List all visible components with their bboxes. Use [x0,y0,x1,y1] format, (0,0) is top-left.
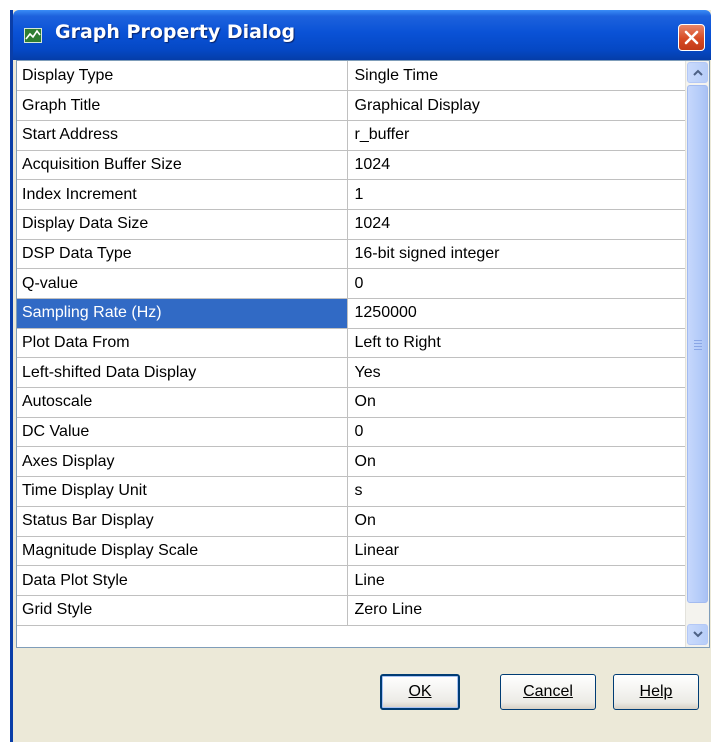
scroll-down-arrow-icon [693,631,703,638]
close-icon [684,30,699,45]
property-row[interactable]: Display Type Single Time [17,61,686,92]
property-value[interactable]: Left to Right [347,328,686,359]
property-value[interactable]: 1 [347,179,686,210]
property-name[interactable]: DSP Data Type [17,239,348,270]
property-row[interactable]: Left-shifted Data Display Yes [17,357,686,389]
thumb-grip-line [694,349,702,350]
property-value[interactable]: On [347,506,686,537]
property-name[interactable]: Axes Display [17,446,348,478]
property-name[interactable]: Graph Title [17,90,348,121]
property-value[interactable]: Line [347,565,686,596]
property-value[interactable]: 1250000 [347,298,686,329]
property-row[interactable]: Acquisition Buffer Size 1024 [17,150,686,181]
property-name[interactable]: Display Type [17,61,348,92]
property-table: Display Type Single Time Graph Title Graphi… [17,61,686,626]
property-name[interactable]: Acquisition Buffer Size [17,150,348,181]
property-row[interactable]: DC Value 0 [17,417,686,448]
property-row[interactable]: Sampling Rate (Hz) 1250000 [17,298,686,329]
property-row[interactable]: Magnitude Display Scale Linear [17,536,686,567]
property-row[interactable]: Q-value 0 [17,268,686,299]
help-button[interactable]: Help [613,674,699,710]
scroll-down-button[interactable] [687,624,708,645]
property-row[interactable]: Status Bar Display On [17,506,686,537]
property-value[interactable]: Yes [347,357,686,389]
thumb-grip-line [694,343,702,344]
property-row[interactable]: Index Increment 1 [17,179,686,210]
property-row[interactable]: Grid Style Zero Line [17,595,686,626]
property-row[interactable]: Plot Data From Left to Right [17,328,686,359]
property-value[interactable]: On [347,387,686,418]
property-value[interactable]: 1024 [347,150,686,181]
property-row[interactable]: Data Plot Style Line [17,565,686,596]
property-value[interactable]: 1024 [347,209,686,240]
cancel-button[interactable]: Cancel [500,674,596,710]
property-name[interactable]: Magnitude Display Scale [17,536,348,567]
scroll-up-arrow-icon [693,69,703,76]
property-row[interactable]: Display Data Size 1024 [17,209,686,240]
property-name[interactable]: Q-value [17,268,348,299]
property-name[interactable]: Autoscale [17,387,348,418]
graph-window-icon [24,28,42,43]
property-name[interactable]: Grid Style [17,595,348,626]
property-value[interactable]: Linear [347,536,686,567]
close-button[interactable] [678,24,705,51]
property-value[interactable]: 16-bit signed integer [347,239,686,270]
property-row[interactable]: Autoscale On [17,387,686,418]
property-grid: Display Type Single Time Graph Title Graphi… [16,60,710,648]
ok-button[interactable]: OK [380,674,460,710]
property-name[interactable]: Start Address [17,120,348,151]
window-title: Graph Property Dialog [55,21,296,43]
property-value[interactable]: Zero Line [347,595,686,626]
thumb-grip-line [694,340,702,341]
property-row[interactable]: DSP Data Type 16-bit signed integer [17,239,686,270]
property-row[interactable]: Axes Display On [17,446,686,478]
property-value[interactable]: Single Time [347,61,686,92]
property-value[interactable]: r_buffer [347,120,686,151]
property-name[interactable]: Display Data Size [17,209,348,240]
property-row[interactable]: Time Display Unit s [17,476,686,507]
property-name[interactable]: Left-shifted Data Display [17,357,348,389]
property-name[interactable]: Data Plot Style [17,565,348,596]
property-name[interactable]: Plot Data From [17,328,348,359]
vertical-scrollbar[interactable] [685,61,709,647]
property-name[interactable]: Sampling Rate (Hz) [17,298,348,329]
property-name[interactable]: Status Bar Display [17,506,348,537]
scroll-up-button[interactable] [687,62,708,83]
property-row[interactable]: Start Address r_buffer [17,120,686,151]
title-bar[interactable]: Graph Property Dialog [13,10,711,60]
property-name[interactable]: Index Increment [17,179,348,210]
thumb-grip-line [694,346,702,347]
property-row[interactable]: Graph Title Graphical Display [17,90,686,121]
property-value[interactable]: Graphical Display [347,90,686,121]
property-value[interactable]: s [347,476,686,507]
property-value[interactable]: On [347,446,686,478]
property-value[interactable]: 0 [347,268,686,299]
scroll-thumb[interactable] [687,85,708,603]
graph-property-dialog: Graph Property Dialog Display Type Single… [10,10,711,742]
property-value[interactable]: 0 [347,417,686,448]
property-name[interactable]: Time Display Unit [17,476,348,507]
property-name[interactable]: DC Value [17,417,348,448]
